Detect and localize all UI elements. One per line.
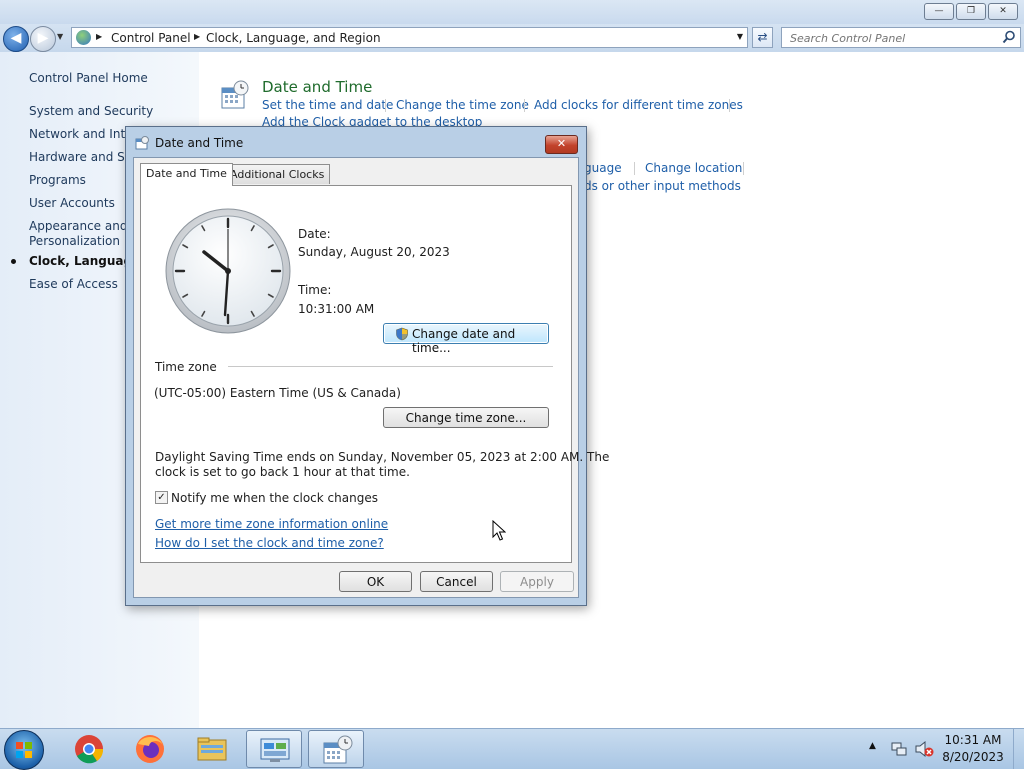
- sidebar-item-appearance-line2[interactable]: Personalization: [29, 234, 120, 248]
- taskbar: ▲ 10:31 AM 8/20/2023: [0, 728, 1024, 770]
- taskbar-date-time[interactable]: [308, 730, 364, 768]
- start-button[interactable]: [4, 730, 44, 770]
- address-dropdown-icon[interactable]: ▼: [737, 32, 743, 41]
- link-time-zone-info-online[interactable]: Get more time zone information online: [155, 517, 388, 531]
- windows-logo-icon: [16, 742, 32, 758]
- minimize-button[interactable]: —: [924, 3, 954, 20]
- dialog-title: Date and Time: [155, 136, 244, 150]
- window-title-bar: — ❐ ✕: [0, 0, 1024, 24]
- network-icon[interactable]: [890, 740, 908, 758]
- navigation-bar: ◀ ▶ ▼ ▶ Control Panel ▶ Clock, Language,…: [0, 24, 1024, 52]
- notify-checkbox[interactable]: ✓: [155, 491, 168, 504]
- tab-panel-date-time: Date: Sunday, August 20, 2023 Time: 10:3…: [140, 185, 609, 563]
- link-change-language-partial[interactable]: guage: [584, 161, 622, 175]
- link-change-location[interactable]: Change location: [645, 161, 742, 175]
- tray-clock-date[interactable]: 8/20/2023: [940, 750, 1006, 764]
- show-desktop-button[interactable]: [1013, 729, 1024, 769]
- sidebar-item-user-accounts[interactable]: User Accounts: [29, 196, 115, 210]
- time-zone-value: (UTC-05:00) Eastern Time (US & Canada): [154, 386, 401, 400]
- sidebar-item-network[interactable]: Network and Inter: [29, 127, 137, 141]
- tray-clock-time[interactable]: 10:31 AM: [940, 733, 1006, 747]
- sidebar-item-hardware[interactable]: Hardware and Sou: [29, 150, 140, 164]
- change-date-time-button[interactable]: Change date and time...: [383, 323, 549, 355]
- link-separator: [524, 99, 525, 112]
- taskbar-firefox[interactable]: [122, 730, 178, 768]
- show-hidden-icons-chevron-icon[interactable]: ▲: [869, 741, 876, 751]
- notify-checkbox-label[interactable]: Notify me when the clock changes: [171, 491, 378, 505]
- volume-muted-icon[interactable]: [914, 740, 934, 758]
- date-time-dialog: Date and Time ✕ Date and Time Additional…: [125, 126, 609, 606]
- dst-info-line1: Daylight Saving Time ends on Sunday, Nov…: [155, 450, 610, 464]
- search-input[interactable]: [788, 30, 992, 47]
- control-panel-icon: [76, 30, 91, 45]
- date-label: Date:: [298, 227, 331, 241]
- chevron-right-icon[interactable]: ▶: [96, 32, 102, 41]
- sidebar-item-ease-of-access[interactable]: Ease of Access: [29, 277, 118, 291]
- date-time-icon: [135, 136, 149, 150]
- dst-info-line2: clock is set to go back 1 hour at that t…: [155, 465, 410, 479]
- cancel-button[interactable]: Cancel: [420, 571, 493, 592]
- category-title-date-time[interactable]: Date and Time: [262, 78, 372, 96]
- sidebar-control-panel-home[interactable]: Control Panel Home: [29, 71, 148, 85]
- window-controls: — ❐ ✕: [924, 3, 1018, 20]
- link-keyboards-partial[interactable]: ds or other input methods: [584, 179, 741, 193]
- breadcrumb-control-panel[interactable]: Control Panel: [111, 31, 191, 45]
- close-window-button[interactable]: ✕: [988, 3, 1018, 20]
- forward-button[interactable]: ▶: [30, 26, 56, 52]
- refresh-button[interactable]: ⇄: [752, 27, 773, 48]
- tab-additional-clocks[interactable]: Additional Clocks: [224, 164, 331, 184]
- sidebar-item-appearance[interactable]: Appearance and: [29, 219, 127, 233]
- time-value: 10:31:00 AM: [298, 302, 375, 316]
- file-explorer-icon: [197, 737, 227, 761]
- link-how-to-set-clock[interactable]: How do I set the clock and time zone?: [155, 536, 384, 550]
- link-separator: [634, 162, 635, 175]
- firefox-icon: [136, 735, 164, 763]
- control-panel-icon: [260, 738, 290, 762]
- ok-button[interactable]: OK: [339, 571, 412, 592]
- dialog-close-button[interactable]: ✕: [545, 135, 578, 154]
- mouse-cursor-icon: [492, 520, 506, 541]
- date-time-icon: [323, 735, 353, 764]
- search-icon[interactable]: [1002, 30, 1016, 44]
- link-add-clocks[interactable]: Add clocks for different time zones: [534, 98, 743, 112]
- taskbar-control-panel[interactable]: [246, 730, 302, 768]
- link-separator: [385, 99, 386, 112]
- search-box[interactable]: [781, 27, 1021, 48]
- link-separator: [729, 99, 730, 112]
- chrome-icon: [75, 735, 104, 764]
- link-change-time-zone[interactable]: Change the time zone: [396, 98, 529, 112]
- recent-pages-dropdown-icon[interactable]: ▼: [57, 32, 63, 41]
- time-zone-divider: [228, 366, 553, 367]
- current-item-bullet: [11, 259, 16, 264]
- sidebar-item-programs[interactable]: Programs: [29, 173, 86, 187]
- uac-shield-icon: [396, 327, 408, 341]
- time-zone-heading: Time zone: [155, 360, 217, 374]
- tab-date-and-time[interactable]: Date and Time: [140, 163, 233, 186]
- chevron-right-icon[interactable]: ▶: [194, 32, 200, 41]
- change-time-zone-button[interactable]: Change time zone...: [383, 407, 549, 428]
- date-value: Sunday, August 20, 2023: [298, 245, 450, 259]
- apply-button[interactable]: Apply: [500, 571, 574, 592]
- back-button[interactable]: ◀: [3, 26, 29, 52]
- time-label: Time:: [298, 283, 332, 297]
- taskbar-file-explorer[interactable]: [184, 730, 240, 768]
- calendar-clock-icon: [221, 80, 249, 109]
- maximize-button[interactable]: ❐: [956, 3, 986, 20]
- taskbar-chrome[interactable]: [61, 730, 117, 768]
- breadcrumb-clock-language-region[interactable]: Clock, Language, and Region: [206, 31, 381, 45]
- analog-clock-icon: [165, 208, 291, 334]
- address-bar[interactable]: ▶ Control Panel ▶ Clock, Language, and R…: [71, 27, 748, 48]
- link-set-time-date[interactable]: Set the time and date: [262, 98, 393, 112]
- change-date-time-label: Change date and time...: [412, 327, 516, 355]
- dialog-body: Date and Time Additional Clocks Date: Su…: [133, 157, 609, 598]
- sidebar-item-system-security[interactable]: System and Security: [29, 104, 153, 118]
- link-separator: [743, 162, 744, 175]
